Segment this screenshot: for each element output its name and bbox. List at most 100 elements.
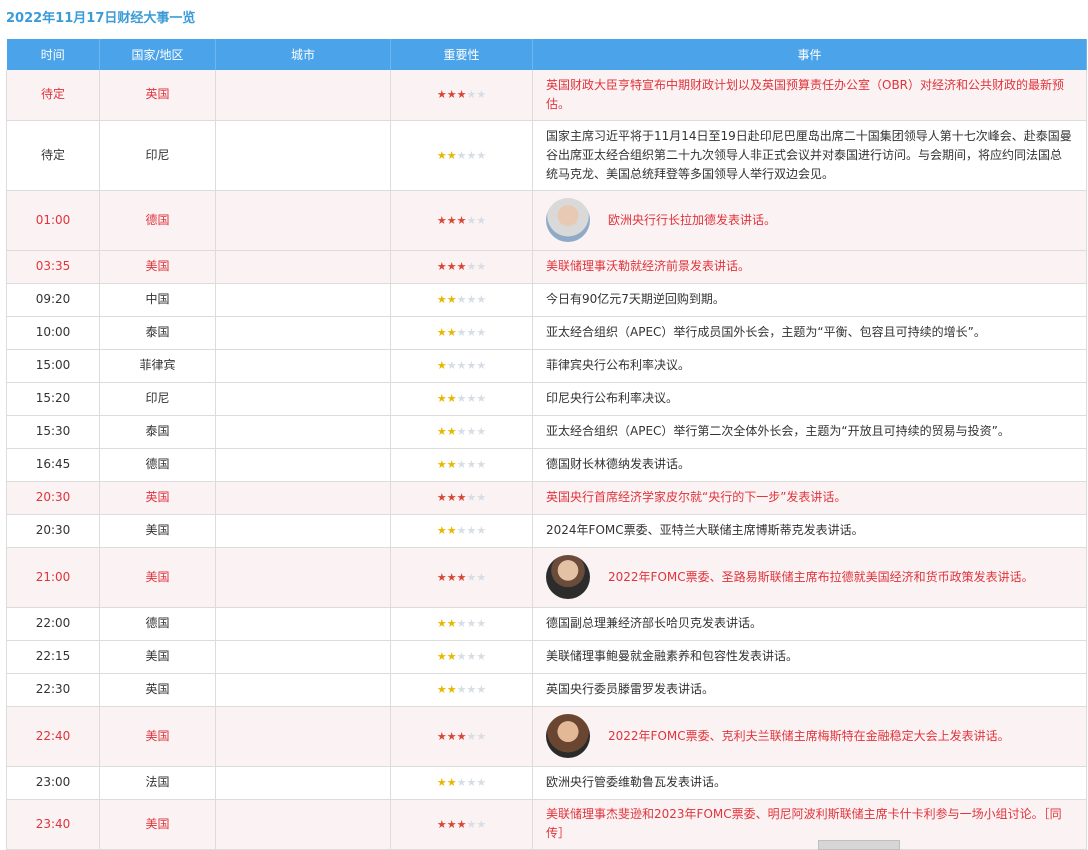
star-empty-icon: ★ [476, 491, 487, 504]
star-empty-icon: ★ [476, 776, 487, 789]
event-city [215, 250, 391, 284]
star-empty-icon: ★ [466, 617, 477, 630]
star-filled-icon: ★ [436, 88, 447, 102]
event-city [215, 415, 391, 449]
event-time: 21:00 [6, 547, 100, 608]
event-country: 中国 [99, 283, 216, 317]
star-empty-icon: ★ [466, 260, 477, 273]
event-cell: 欧洲央行管委维勒鲁瓦发表讲话。 [532, 766, 1087, 800]
star-empty-icon: ★ [466, 213, 477, 227]
importance-rating: ★★★★★ [390, 673, 533, 707]
star-filled-icon: ★ [436, 458, 447, 471]
star-filled-icon: ★ [436, 260, 447, 273]
star-empty-icon: ★ [466, 148, 477, 162]
table-row: 22:00 德国 ★★★★★ 德国副总理兼经济部长哈贝克发表讲话。 [6, 607, 1087, 641]
event-cell: 德国副总理兼经济部长哈贝克发表讲话。 [532, 607, 1087, 641]
table-row: 03:35 美国 ★★★★★ 美联储理事沃勒就经济前景发表讲话。 [6, 250, 1087, 284]
speaker-avatar [546, 555, 590, 599]
importance-rating: ★★★★★ [390, 706, 533, 767]
event-description: 英国财政大臣亨特宣布中期财政计划以及英国预算责任办公室（OBR）对经济和公共财政… [546, 77, 1065, 111]
star-filled-icon: ★ [446, 88, 457, 102]
star-empty-icon: ★ [476, 683, 487, 696]
event-country: 泰国 [99, 415, 216, 449]
star-filled-icon: ★ [456, 817, 467, 831]
star-empty-icon: ★ [466, 650, 477, 663]
event-time: 20:30 [6, 514, 100, 548]
star-empty-icon: ★ [456, 425, 467, 438]
star-empty-icon: ★ [466, 458, 477, 471]
event-time: 15:00 [6, 349, 100, 383]
star-empty-icon: ★ [476, 570, 487, 584]
event-description: 菲律宾央行公布利率决议。 [546, 358, 691, 372]
star-empty-icon: ★ [476, 425, 487, 438]
event-city [215, 640, 391, 674]
star-empty-icon: ★ [456, 524, 467, 537]
star-filled-icon: ★ [436, 359, 447, 372]
table-row: 15:00 菲律宾 ★★★★★ 菲律宾央行公布利率决议。 [6, 349, 1087, 383]
star-filled-icon: ★ [436, 617, 447, 630]
star-empty-icon: ★ [456, 776, 467, 789]
event-country: 英国 [99, 70, 216, 121]
event-time: 15:20 [6, 382, 100, 416]
star-filled-icon: ★ [446, 524, 457, 537]
star-filled-icon: ★ [436, 524, 447, 537]
table-row: 23:00 法国 ★★★★★ 欧洲央行管委维勒鲁瓦发表讲话。 [6, 766, 1087, 800]
event-cell: 印尼央行公布利率决议。 [532, 382, 1087, 416]
event-country: 美国 [99, 706, 216, 767]
star-empty-icon: ★ [466, 729, 477, 743]
speaker-avatar [546, 714, 590, 758]
event-description: 德国副总理兼经济部长哈贝克发表讲话。 [546, 616, 763, 630]
star-filled-icon: ★ [436, 570, 447, 584]
event-city [215, 349, 391, 383]
event-country: 美国 [99, 514, 216, 548]
star-filled-icon: ★ [436, 650, 447, 663]
event-time: 15:30 [6, 415, 100, 449]
event-cell: 亚太经合组织（APEC）举行第二次全体外长会，主题为“开放且可持续的贸易与投资”… [532, 415, 1087, 449]
star-empty-icon: ★ [466, 776, 477, 789]
importance-rating: ★★★★★ [390, 640, 533, 674]
importance-rating: ★★★★★ [390, 283, 533, 317]
event-description: 2024年FOMC票委、亚特兰大联储主席博斯蒂克发表讲话。 [546, 523, 864, 537]
star-filled-icon: ★ [456, 260, 467, 273]
event-time: 03:35 [6, 250, 100, 284]
star-empty-icon: ★ [476, 88, 487, 102]
event-city [215, 316, 391, 350]
star-empty-icon: ★ [456, 392, 467, 405]
table-row: 09:20 中国 ★★★★★ 今日有90亿元7天期逆回购到期。 [6, 283, 1087, 317]
horizontal-scrollbar[interactable] [818, 840, 900, 850]
event-country: 印尼 [99, 382, 216, 416]
importance-rating: ★★★★★ [390, 349, 533, 383]
star-filled-icon: ★ [456, 729, 467, 743]
speaker-avatar [546, 198, 590, 242]
star-empty-icon: ★ [466, 425, 477, 438]
event-city [215, 448, 391, 482]
column-header-city: 城市 [215, 39, 391, 70]
star-filled-icon: ★ [446, 570, 457, 584]
importance-rating: ★★★★★ [390, 448, 533, 482]
event-time: 待定 [6, 70, 100, 121]
star-empty-icon: ★ [456, 359, 467, 372]
star-empty-icon: ★ [456, 683, 467, 696]
star-empty-icon: ★ [476, 650, 487, 663]
event-country: 德国 [99, 448, 216, 482]
event-city [215, 190, 391, 251]
event-country: 菲律宾 [99, 349, 216, 383]
star-empty-icon: ★ [476, 817, 487, 831]
event-description: 美联储理事鲍曼就金融素养和包容性发表讲话。 [546, 649, 799, 663]
event-description: 欧洲央行行长拉加德发表讲话。 [608, 212, 777, 227]
star-filled-icon: ★ [446, 729, 457, 743]
event-country: 德国 [99, 190, 216, 251]
event-description: 印尼央行公布利率决议。 [546, 391, 679, 405]
importance-rating: ★★★★★ [390, 766, 533, 800]
events-table: 时间 国家/地区 城市 重要性 事件 待定 英国 ★★★★★ 英国财政大臣亨特宣布中期… [6, 39, 1087, 850]
star-filled-icon: ★ [436, 213, 447, 227]
event-city [215, 607, 391, 641]
importance-rating: ★★★★★ [390, 120, 533, 191]
event-time: 22:30 [6, 673, 100, 707]
star-filled-icon: ★ [456, 491, 467, 504]
event-cell: 德国财长林德纳发表讲话。 [532, 448, 1087, 482]
table-row: 22:40 美国 ★★★★★ 2022年FOMC票委、克利夫兰联储主席梅斯特在金融稳定… [6, 706, 1087, 767]
star-empty-icon: ★ [466, 524, 477, 537]
event-time: 20:30 [6, 481, 100, 515]
star-empty-icon: ★ [476, 617, 487, 630]
